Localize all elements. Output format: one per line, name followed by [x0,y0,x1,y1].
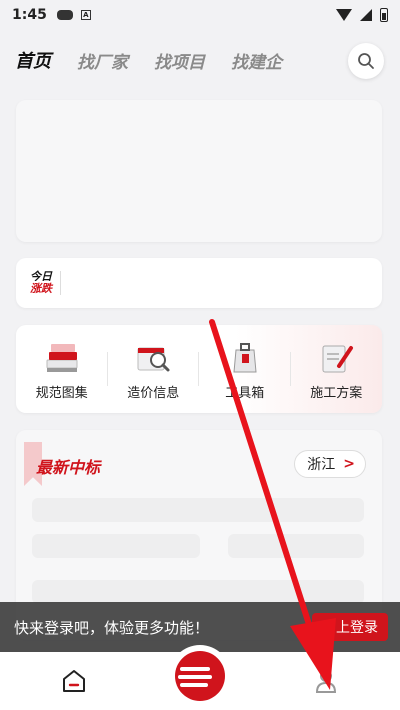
region-selector[interactable]: 浙江 > [294,450,366,478]
tool-label: 工具箱 [225,385,265,401]
placeholder-row [32,534,200,558]
search-button[interactable] [348,43,384,79]
placeholder-row [228,534,364,558]
wifi-icon [336,9,352,21]
price-ticker[interactable]: 今日 涨跌 [16,258,382,308]
signal-icon [360,9,372,21]
tab-find-project[interactable]: 找项目 [154,48,205,73]
toolbox-icon [233,342,257,372]
tool-standards[interactable]: 规范图集 [16,338,108,401]
battery-icon [380,8,388,22]
region-label: 浙江 [307,457,336,473]
books-icon [46,343,78,372]
status-bar: 1:45 A [0,0,400,30]
placeholder-row [32,498,364,522]
tab-find-manufacturer[interactable]: 找厂家 [77,48,128,73]
placeholder-row [32,580,364,604]
tool-label: 规范图集 [35,385,88,401]
status-icons-right [336,8,388,22]
ticker-badge: 今日 涨跌 [30,271,61,295]
tool-construction-plan[interactable]: 施工方案 [291,338,383,401]
price-magnifier-icon [137,347,170,371]
banner[interactable] [16,100,382,242]
bottom-nav [0,648,400,710]
nav-profile[interactable] [312,667,340,695]
document-pen-icon [322,345,354,372]
tab-find-contractor[interactable]: 找建企 [231,48,282,73]
tool-label: 造价信息 [127,385,180,401]
latest-bids-title: 最新中标 [36,458,101,477]
ticker-badge-line2: 涨跌 [30,282,52,295]
tool-price-info[interactable]: 造价信息 [108,338,200,401]
chevron-right-icon: > [343,456,355,472]
home-icon [63,670,85,692]
top-nav: 首页 找厂家 找项目 找建企 [0,40,400,80]
login-button[interactable]: 马上登录 [312,613,388,641]
brand-logo-icon [175,651,225,701]
gamepad-icon [56,10,73,20]
nav-center-logo[interactable] [172,648,228,704]
tool-label: 施工方案 [310,385,363,401]
status-icons-left: A [56,10,91,20]
tool-toolbox[interactable]: 工具箱 [199,338,291,401]
profile-icon [315,670,337,693]
search-icon [358,53,374,69]
login-prompt-bar: 快来登录吧，体验更多功能！ 马上登录 [0,602,400,652]
a-notification-icon: A [80,10,91,20]
status-time: 1:45 [12,7,47,23]
login-prompt-text: 快来登录吧，体验更多功能！ [14,618,210,637]
nav-home[interactable] [60,667,88,695]
tools-grid: 规范图集 造价信息 工具箱 施工方案 [16,325,382,413]
tab-home[interactable]: 首页 [15,47,51,73]
